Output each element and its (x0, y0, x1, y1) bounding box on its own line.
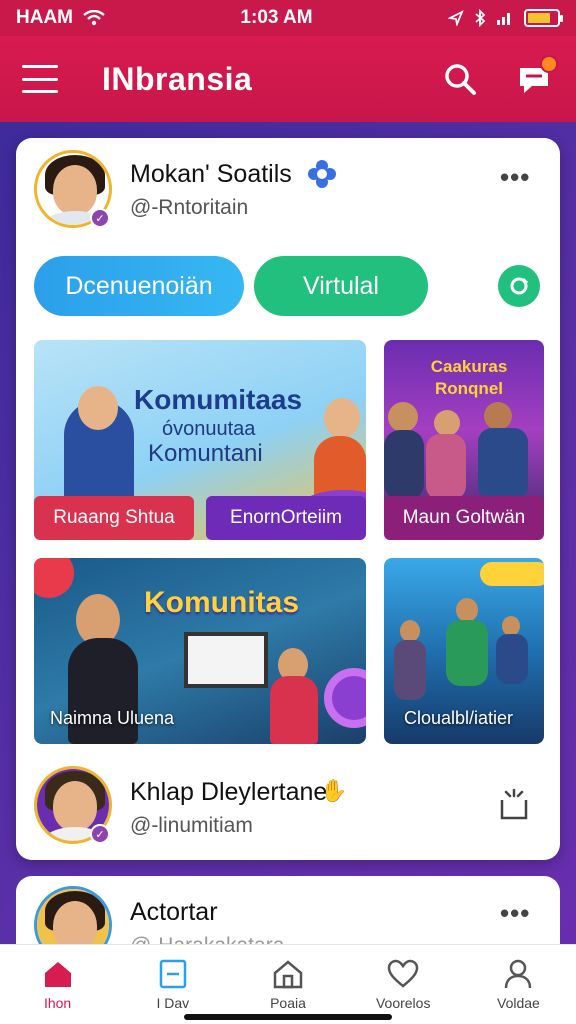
author-name[interactable]: Khlap Dleylertane (130, 778, 327, 807)
author-name[interactable]: Mokan' Soatils (130, 160, 292, 189)
app-header: INbransia (0, 36, 576, 122)
author-handle: @-Rntoritain (130, 196, 249, 219)
tile-label-button[interactable]: EnornOrteiim (206, 496, 366, 540)
nav-label: I Dav (156, 995, 190, 1011)
notification-badge (540, 55, 558, 73)
carrier-label: HAAM (16, 7, 73, 28)
search-icon[interactable] (440, 59, 480, 99)
tile-caption: Naimna Uluena (50, 708, 175, 728)
status-bar: HAAM 1:03 AM (0, 0, 576, 36)
nav-third[interactable]: Poaia (230, 945, 345, 1024)
tile-subheading: óvonuutaa (162, 418, 256, 440)
nav-second[interactable]: I Dav (115, 945, 230, 1024)
tile-label-button[interactable]: Ruaang Shtua (34, 496, 194, 540)
tile-heading: Caakuras Ronqnel (430, 357, 508, 398)
chip-first[interactable]: Dcenuenoiän (34, 256, 244, 316)
menu-icon[interactable] (22, 65, 58, 93)
nav-profile[interactable]: Voldae (461, 945, 576, 1024)
post-card: ✓ Mokan' Soatils @-Rntoritain ••• Dcenue… (16, 138, 560, 860)
nav-label: Ihon (43, 995, 72, 1011)
user-icon (505, 959, 532, 989)
square-icon (159, 959, 187, 989)
heart-icon (387, 959, 419, 988)
tile-label-button[interactable]: Maun Goltwän (384, 496, 544, 540)
tile-caption: Cloualbl/iatier (404, 708, 514, 728)
bottom-nav: Ihon I Dav Poaia Voorelos Voldae (0, 944, 576, 1024)
bluetooth-icon (475, 9, 486, 27)
home-icon (44, 962, 71, 987)
clock: 1:03 AM (240, 7, 313, 28)
nav-fourth[interactable]: Voorelos (346, 945, 461, 1024)
home-indicator (184, 1014, 392, 1020)
house-outline-icon (273, 960, 303, 989)
author-handle: @-linumitiam (130, 814, 253, 837)
wifi-icon (83, 10, 105, 26)
battery-icon (524, 9, 563, 27)
chip-virtual[interactable]: Virtulal (254, 256, 428, 316)
signal-icon (497, 13, 510, 25)
verified-badge-icon (308, 160, 336, 188)
more-options-icon[interactable]: ••• (500, 162, 530, 193)
avatar-badge-icon: ✓ (90, 824, 110, 844)
more-options-icon[interactable]: ••• (500, 898, 530, 929)
bookmark-add-icon[interactable] (496, 786, 532, 822)
refresh-icon[interactable] (498, 265, 540, 307)
chat-icon[interactable] (514, 55, 558, 99)
nav-home[interactable]: Ihon (0, 945, 115, 1024)
tile-komunitas-event[interactable]: Komunitas Naimna Uluena (34, 558, 366, 744)
hand-icon: ✋ (320, 778, 348, 803)
nav-label: Poaia (270, 995, 306, 1011)
nav-label: Voldae (497, 995, 540, 1011)
avatar-badge-icon: ✓ (90, 208, 110, 228)
app-title: INbransia (102, 60, 253, 97)
tile-clouds[interactable]: Cloualbl/iatier (384, 558, 544, 744)
tile-heading: Komunitas (144, 586, 300, 619)
location-icon (448, 10, 464, 26)
author-name[interactable]: Actortar (130, 898, 218, 927)
nav-label: Voorelos (375, 995, 431, 1011)
tile-subheading-2: Komuntani (148, 440, 263, 467)
tile-heading: Komumitaas (134, 384, 303, 415)
